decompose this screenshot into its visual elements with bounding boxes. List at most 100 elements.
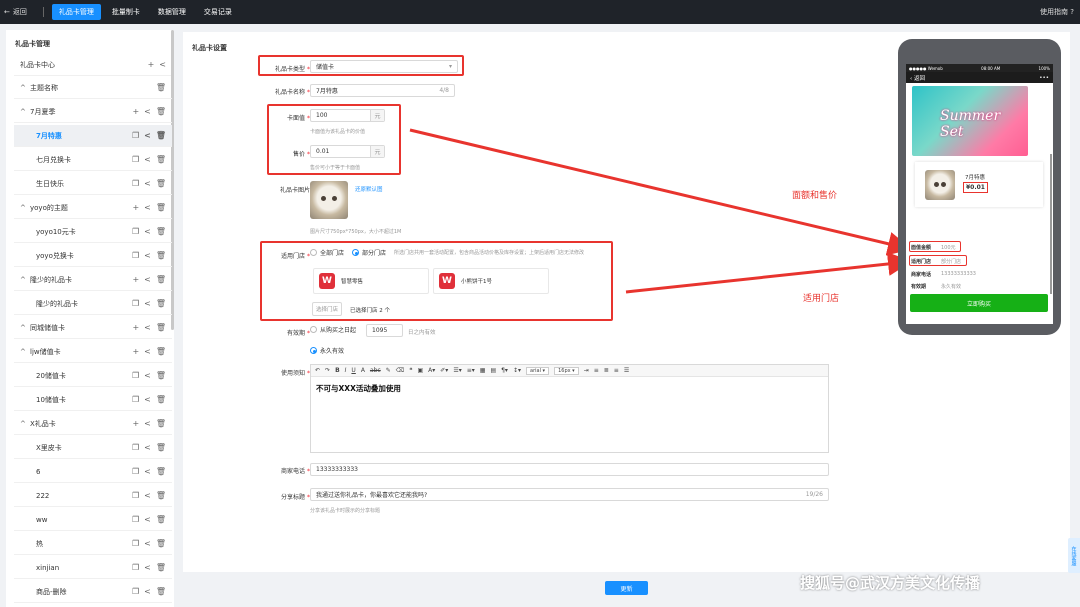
share-icon[interactable]: < <box>144 155 151 164</box>
text-color-icon[interactable]: A▾ <box>428 367 435 374</box>
sidebar-item[interactable]: 7月特惠 ❐ < 🗑 <box>14 125 172 147</box>
sidebar-item[interactable]: ww ❐ < 🗑 <box>14 509 172 531</box>
delete-icon[interactable]: 🗑 <box>156 227 166 236</box>
chevron-up-icon[interactable]: ^ <box>20 324 30 332</box>
delete-icon[interactable]: 🗑 <box>156 419 166 428</box>
share-icon[interactable]: < <box>144 131 151 140</box>
delete-icon[interactable]: 🗑 <box>156 539 166 548</box>
editor-content[interactable]: 不可与XXX活动叠加使用 <box>311 377 828 400</box>
add-icon[interactable]: + <box>132 203 139 212</box>
share-title-input[interactable]: 我通过送你礼品卡，你最喜欢它还能我吗? 19/26 <box>310 488 829 501</box>
share-icon[interactable]: < <box>144 251 151 260</box>
share-icon[interactable]: < <box>144 203 151 212</box>
bold-icon[interactable]: B <box>335 367 340 374</box>
share-icon[interactable]: < <box>144 371 151 380</box>
delete-icon[interactable]: 🗑 <box>156 251 166 260</box>
align-center-icon[interactable]: ≣ <box>604 367 609 374</box>
table-icon[interactable]: ▦ <box>480 367 486 374</box>
copy-icon[interactable]: ❐ <box>132 587 139 596</box>
sidebar-root[interactable]: 礼品卡中心 + < <box>14 54 172 76</box>
share-icon[interactable]: < <box>144 299 151 308</box>
add-icon[interactable]: + <box>132 323 139 332</box>
radio-days-from-purchase[interactable]: 从购买之日起 <box>310 325 356 334</box>
sidebar-item[interactable]: 生日快乐 ❐ < 🗑 <box>14 173 172 195</box>
share-icon[interactable]: < <box>144 275 151 284</box>
delete-icon[interactable]: 🗑 <box>156 347 166 356</box>
sidebar-item[interactable]: 20储值卡 ❐ < 🗑 <box>14 365 172 387</box>
chevron-up-icon[interactable]: ^ <box>20 348 30 356</box>
share-icon[interactable]: < <box>144 227 151 236</box>
quote-icon[interactable]: ❝ <box>409 367 412 374</box>
user-guide-link[interactable]: 使用指南 ? <box>1040 7 1074 17</box>
font-color-icon[interactable]: A <box>361 367 365 374</box>
online-service-tab[interactable]: 在线客服 <box>1068 538 1080 573</box>
share-icon[interactable]: < <box>144 587 151 596</box>
delete-icon[interactable]: 🗑 <box>156 515 166 524</box>
tab-transaction-records[interactable]: 交易记录 <box>197 4 239 20</box>
delete-icon[interactable]: 🗑 <box>156 131 166 140</box>
card-image-thumbnail[interactable] <box>310 181 348 219</box>
sidebar-item[interactable]: ^ 主题名称 🗑 <box>14 77 172 99</box>
delete-icon[interactable]: 🗑 <box>156 179 166 188</box>
eraser-icon[interactable]: ⌫ <box>396 367 404 374</box>
copy-icon[interactable]: ❐ <box>132 371 139 380</box>
font-size-select[interactable]: 16px ▾ <box>554 366 579 375</box>
add-icon[interactable]: + <box>132 275 139 284</box>
align-left-icon[interactable]: ≡ <box>594 367 599 374</box>
delete-icon[interactable]: 🗑 <box>156 371 166 380</box>
copy-icon[interactable]: ❐ <box>132 443 139 452</box>
sidebar-item[interactable]: 隆少的礼品卡 ❐ < 🗑 <box>14 293 172 315</box>
italic-icon[interactable]: I <box>345 367 347 374</box>
delete-icon[interactable]: 🗑 <box>156 563 166 572</box>
copy-icon[interactable]: ❐ <box>132 155 139 164</box>
add-icon[interactable]: + <box>132 347 139 356</box>
delete-icon[interactable]: 🗑 <box>156 299 166 308</box>
chevron-up-icon[interactable]: ^ <box>20 276 30 284</box>
radio-permanent[interactable]: 永久有效 <box>310 346 344 355</box>
share-icon[interactable]: < <box>144 491 151 500</box>
copy-icon[interactable]: ❐ <box>132 251 139 260</box>
delete-icon[interactable]: 🗑 <box>156 155 166 164</box>
chevron-up-icon[interactable]: ^ <box>20 204 30 212</box>
highlight-icon[interactable]: ✐▾ <box>440 367 448 374</box>
sidebar-item[interactable]: 6 ❐ < 🗑 <box>14 461 172 483</box>
validity-days-input[interactable]: 1095 <box>366 324 403 337</box>
code-icon[interactable]: ▤ <box>490 367 496 374</box>
ordered-list-icon[interactable]: ☰▾ <box>453 367 461 374</box>
font-family-select[interactable]: arial ▾ <box>526 366 550 375</box>
copy-icon[interactable]: ❐ <box>132 131 139 140</box>
sidebar-item[interactable]: X里皮卡 ❐ < 🗑 <box>14 437 172 459</box>
copy-icon[interactable]: ❐ <box>132 515 139 524</box>
add-icon[interactable]: + <box>148 60 155 69</box>
sidebar-item[interactable]: ^ 隆少的礼品卡 + < 🗑 <box>14 269 172 291</box>
delete-icon[interactable]: 🗑 <box>156 395 166 404</box>
delete-icon[interactable]: 🗑 <box>156 275 166 284</box>
tab-data-management[interactable]: 数据管理 <box>151 4 193 20</box>
more-icon[interactable]: ••• <box>1039 75 1049 81</box>
sidebar-item[interactable]: ^ yoyo的主题 + < 🗑 <box>14 197 172 219</box>
delete-icon[interactable]: 🗑 <box>156 107 166 116</box>
sidebar-item[interactable]: ^ 7月夏季 + < 🗑 <box>14 101 172 123</box>
chevron-up-icon[interactable]: ^ <box>20 420 30 428</box>
delete-icon[interactable]: 🗑 <box>156 203 166 212</box>
line-height-icon[interactable]: ↕▾ <box>513 367 521 374</box>
copy-icon[interactable]: ❐ <box>132 227 139 236</box>
paragraph-icon[interactable]: ¶▾ <box>501 367 508 374</box>
strikethrough-icon[interactable]: abc <box>370 367 381 374</box>
share-icon[interactable]: < <box>159 60 166 69</box>
share-icon[interactable]: < <box>144 395 151 404</box>
delete-icon[interactable]: 🗑 <box>156 323 166 332</box>
sidebar-item[interactable]: xinjian ❐ < 🗑 <box>14 557 172 579</box>
card-name-input[interactable]: 7月特惠 4/8 <box>310 84 455 97</box>
buy-now-button[interactable]: 立即购买 <box>910 294 1048 312</box>
share-icon[interactable]: < <box>144 107 151 116</box>
delete-icon[interactable]: 🗑 <box>156 443 166 452</box>
copy-icon[interactable]: ❐ <box>132 179 139 188</box>
copy-icon[interactable]: ❐ <box>132 299 139 308</box>
copy-icon[interactable]: ❐ <box>132 395 139 404</box>
redo-icon[interactable]: ↷ <box>325 367 330 374</box>
tab-gift-card-management[interactable]: 礼品卡管理 <box>51 4 101 20</box>
sidebar-item[interactable]: 222 ❐ < 🗑 <box>14 485 172 507</box>
sidebar-item[interactable]: ^ 同城储值卡 + < 🗑 <box>14 317 172 339</box>
rich-text-editor[interactable]: ↶ ↷ B I U A abc ✎ ⌫ ❝ ▣ A▾ ✐▾ ☰▾ ≡▾ ▦ ▤ … <box>310 364 829 453</box>
